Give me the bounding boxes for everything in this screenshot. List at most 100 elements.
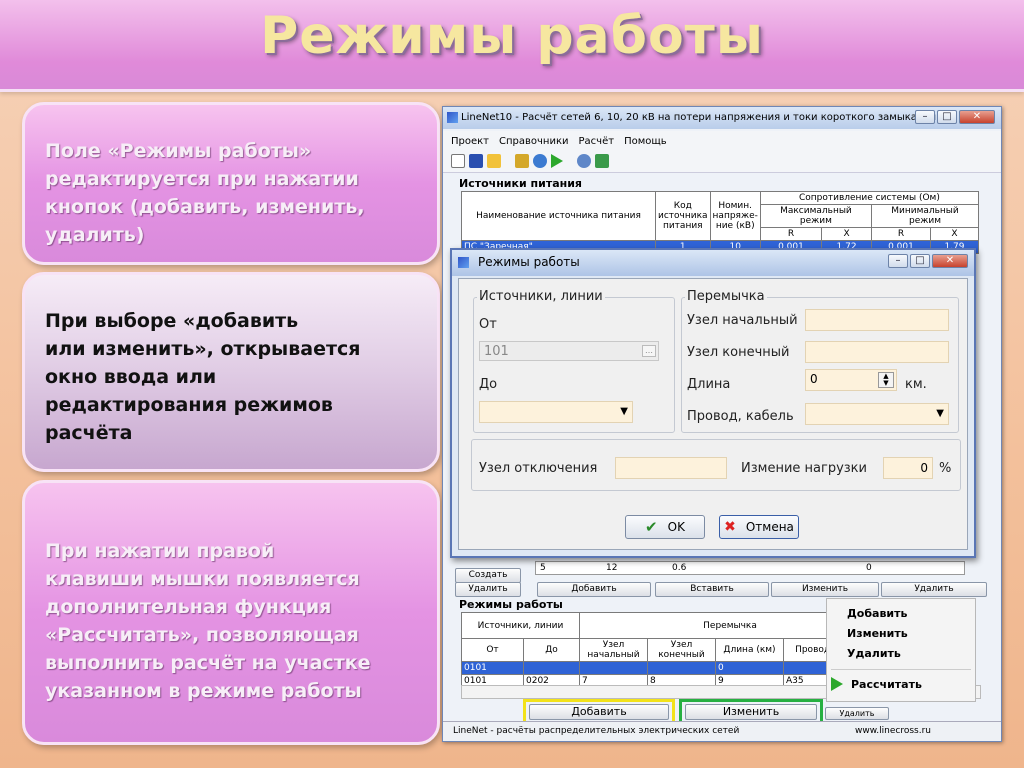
col-source-name: Наименование источника питания xyxy=(461,191,656,241)
cancel-x-icon: ✖ xyxy=(724,519,736,535)
panel-3-text: При нажатии правой клавиши мышки появляе… xyxy=(45,540,371,702)
menu-calculation[interactable]: Расчёт xyxy=(579,136,615,147)
help-icon[interactable] xyxy=(577,154,591,168)
menu-references[interactable]: Справочники xyxy=(499,136,569,147)
chevron-down-icon: ▼ xyxy=(936,408,944,419)
dialog-close-button[interactable]: ✕ xyxy=(932,254,968,268)
col-sources-lines: Источники, линии xyxy=(461,612,580,639)
col-from: От xyxy=(461,638,524,662)
to-combo[interactable]: ▼ xyxy=(479,401,633,423)
length-label: Длина xyxy=(687,377,731,392)
load-change-label: Измение нагрузки xyxy=(741,461,867,476)
cell xyxy=(579,661,648,675)
disconnect-node-field[interactable] xyxy=(615,457,727,479)
remove-line-button[interactable]: Удалить xyxy=(881,582,987,597)
col-x-min: X xyxy=(929,227,980,241)
context-menu: Добавить Изменить Удалить Рассчитать xyxy=(826,598,976,702)
ctx-add[interactable]: Добавить xyxy=(847,607,907,620)
modes-table: Источники, линии Перемычка От До Узел на… xyxy=(461,612,881,688)
ctx-calculate[interactable]: Рассчитать xyxy=(851,678,922,691)
col-x-max: X xyxy=(821,227,872,241)
toolbar-separator-2 xyxy=(567,154,573,168)
cell: 0 xyxy=(866,563,872,573)
run-icon[interactable] xyxy=(551,154,563,168)
ctx-delete[interactable]: Удалить xyxy=(847,647,901,660)
edit-line-button[interactable]: Изменить xyxy=(771,582,879,597)
slide-title: Режимы работы xyxy=(260,6,764,66)
end-node-field[interactable] xyxy=(805,341,949,363)
lines-table-row[interactable]: 5 12 0.6 0 xyxy=(535,561,965,575)
from-field[interactable]: 101 … xyxy=(479,341,659,361)
load-change-field[interactable]: 0 xyxy=(883,457,933,479)
dialog-icon xyxy=(458,257,469,268)
ok-label: OK xyxy=(667,520,685,534)
cell: 0101 xyxy=(461,661,524,675)
add-mode-button[interactable]: Добавить xyxy=(529,704,669,720)
spin-arrows-icon[interactable]: ▲ ▼ xyxy=(878,372,894,388)
cell: 0.6 xyxy=(672,563,687,573)
dialog-title: Режимы работы xyxy=(478,255,580,269)
menu-bar: Проект Справочники Расчёт Помощь xyxy=(443,131,1001,151)
app-title: LineNet10 - Расчёт сетей 6, 10, 20 кВ на… xyxy=(461,112,936,123)
add-line-button[interactable]: Добавить xyxy=(537,582,651,597)
to-label: До xyxy=(479,377,498,392)
edit-mode-button[interactable]: Изменить xyxy=(685,704,817,720)
sources-title: Источники питания xyxy=(459,177,582,190)
col-resistance: Сопротивление системы (Ом) xyxy=(759,191,980,205)
info-panel-3: При нажатии правой клавиши мышки появляе… xyxy=(22,480,440,745)
insert-line-button[interactable]: Вставить xyxy=(655,582,769,597)
delete-mode-button[interactable]: Удалить xyxy=(825,707,889,720)
calc-icon xyxy=(831,677,843,691)
col-end-node: Узел конечный xyxy=(647,638,716,662)
km-label: км. xyxy=(905,377,927,392)
cancel-button[interactable]: ✖ Отмена xyxy=(719,515,799,539)
col-start-node: Узел начальный xyxy=(579,638,648,662)
exit-icon[interactable] xyxy=(595,154,609,168)
maximize-button[interactable]: □ xyxy=(937,110,957,124)
ok-button[interactable]: ✔ OK xyxy=(625,515,705,539)
menu-project[interactable]: Проект xyxy=(451,136,489,147)
table-row[interactable]: 0101 0 xyxy=(461,661,881,675)
panel-2-text: При выборе «добавить или изменить», откр… xyxy=(45,310,361,444)
save-icon[interactable] xyxy=(469,154,483,168)
length-value: 0 xyxy=(810,372,818,386)
browse-icon[interactable]: … xyxy=(642,345,656,357)
close-button[interactable]: ✕ xyxy=(959,110,995,124)
menu-help[interactable]: Помощь xyxy=(624,136,667,147)
open-folder-icon[interactable] xyxy=(487,154,501,168)
dialog-titlebar: Режимы работы – □ ✕ xyxy=(452,250,974,276)
panel-1-text: Поле «Режимы работы» редактируется при н… xyxy=(45,140,365,246)
status-text: LineNet - расчёты распределительных элек… xyxy=(453,726,740,736)
globe-icon[interactable] xyxy=(533,154,547,168)
create-button[interactable]: Создать xyxy=(455,568,521,583)
disconnect-node-label: Узел отключения xyxy=(479,461,598,476)
col-min-mode: Минимальный режим xyxy=(871,204,979,228)
length-stepper[interactable]: 0 ▲ ▼ xyxy=(805,369,897,391)
toolbar xyxy=(443,151,1001,173)
delete-line-button[interactable]: Удалить xyxy=(455,582,521,597)
col-source-code: Код источника питания xyxy=(655,191,711,241)
col-nominal-voltage: Номин. напряже- ние (кВ) xyxy=(709,191,761,241)
col-r-min: R xyxy=(871,227,931,241)
from-label: От xyxy=(479,317,497,332)
cell: 5 xyxy=(540,563,546,573)
dialog-maximize-button[interactable]: □ xyxy=(910,254,930,268)
dialog-minimize-button[interactable]: – xyxy=(888,254,908,268)
cell xyxy=(523,661,580,675)
col-r-max: R xyxy=(759,227,823,241)
new-file-icon[interactable] xyxy=(451,154,465,168)
group-jumper-label: Перемычка xyxy=(685,289,767,304)
info-panel-2: При выборе «добавить или изменить», откр… xyxy=(22,272,440,472)
ctx-edit[interactable]: Изменить xyxy=(847,627,908,640)
dialog-window-controls: – □ ✕ xyxy=(888,254,968,268)
minimize-button[interactable]: – xyxy=(915,110,935,124)
percent-label: % xyxy=(939,461,952,476)
start-node-field[interactable] xyxy=(805,309,949,331)
check-icon: ✔ xyxy=(645,518,658,536)
end-node-label: Узел конечный xyxy=(687,345,790,360)
wire-combo[interactable]: ▼ xyxy=(805,403,949,425)
status-url[interactable]: www.linecross.ru xyxy=(855,726,931,736)
from-value: 101 xyxy=(484,344,509,359)
edit-icon[interactable] xyxy=(515,154,529,168)
start-node-label: Узел начальный xyxy=(687,313,798,328)
